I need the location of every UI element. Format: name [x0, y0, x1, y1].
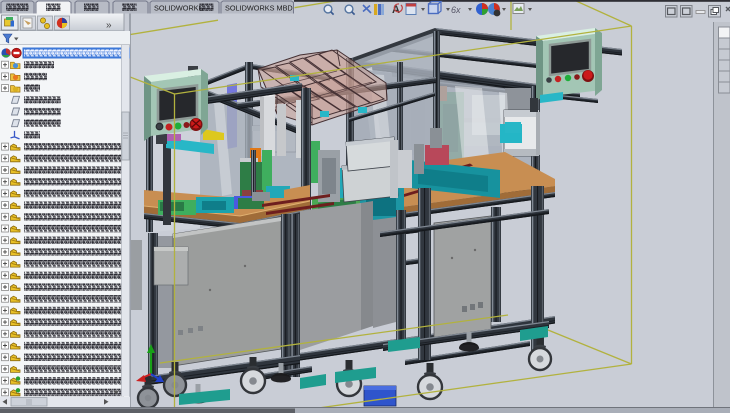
svg-text:6x: 6x	[451, 5, 461, 15]
svg-text:A: A	[392, 4, 400, 16]
svg-text:SOLIDWORKS MBD: SOLIDWORKS MBD	[225, 4, 293, 13]
svg-text:»: »	[106, 20, 112, 31]
svg-text:SOLIDWORKS: SOLIDWORKS	[154, 4, 204, 13]
